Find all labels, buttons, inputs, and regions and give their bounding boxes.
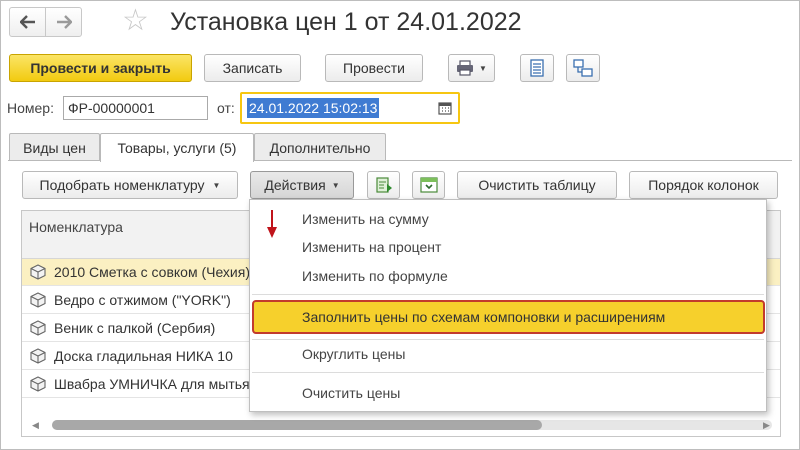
actions-button[interactable]: Действия ▼ (250, 171, 354, 199)
post-and-close-button[interactable]: Провести и закрыть (9, 54, 192, 82)
menu-separator (252, 339, 764, 340)
row-name: Ведро с отжимом ("YORK") (54, 292, 231, 308)
structure-button[interactable] (566, 54, 600, 82)
number-field[interactable]: ФР-00000001 (63, 96, 208, 120)
box-icon (30, 292, 46, 308)
star-icon[interactable]: ☆ (122, 6, 149, 36)
forward-button[interactable] (45, 7, 82, 37)
report-button[interactable] (520, 54, 554, 82)
row-name: 2010 Сметка с совком (Чехия) (54, 264, 250, 280)
box-icon (30, 376, 46, 392)
fill-from-excel-button[interactable] (367, 171, 400, 199)
arrow-left-icon (19, 15, 35, 29)
number-label: Номер: (7, 100, 54, 116)
actions-label: Действия (264, 177, 326, 193)
row-name: Веник с палкой (Сербия) (54, 320, 216, 336)
menu-item-fill-by-schemas[interactable]: Заполнить цены по схемам компоновки и ра… (252, 300, 765, 334)
printer-icon (457, 60, 474, 76)
box-icon (30, 348, 46, 364)
back-button[interactable] (9, 7, 46, 37)
table-fill-icon (419, 177, 438, 193)
page-title: Установка цен 1 от 24.01.2022 (170, 8, 522, 36)
menu-separator (252, 372, 764, 373)
chevron-down-icon: ▼ (331, 180, 340, 190)
scroll-right-icon[interactable]: ▶ (763, 420, 770, 430)
date-field[interactable]: 24.01.2022 15:02:13 (240, 92, 460, 124)
menu-separator (252, 294, 764, 295)
fill-prices-button[interactable] (412, 171, 445, 199)
scrollbar-thumb[interactable] (52, 420, 542, 430)
structure-icon (573, 59, 593, 77)
clear-table-button[interactable]: Очистить таблицу (457, 171, 617, 199)
arrow-right-icon (56, 15, 72, 29)
box-icon (30, 320, 46, 336)
red-arrow-icon (267, 210, 277, 238)
tab-price-types[interactable]: Виды цен (9, 133, 100, 161)
scroll-left-icon[interactable]: ◀ (32, 420, 39, 430)
chevron-down-icon: ▼ (479, 63, 487, 73)
post-button[interactable]: Провести (325, 54, 423, 82)
column-order-button[interactable]: Порядок колонок (629, 171, 778, 199)
date-value: 24.01.2022 15:02:13 (247, 98, 380, 118)
menu-item-round-prices[interactable]: Округлить цены (302, 345, 405, 363)
column-header-nomenclature[interactable]: Номенклатура (29, 219, 123, 235)
row-name: Доска гладильная НИКА 10 (54, 348, 233, 364)
print-button[interactable]: ▼ (448, 54, 495, 82)
menu-item-clear-prices[interactable]: Очистить цены (302, 384, 400, 402)
menu-item-change-by-sum[interactable]: Изменить на сумму (302, 210, 429, 228)
box-icon (30, 264, 46, 280)
pick-items-button[interactable]: Подобрать номенклатуру ▼ (22, 171, 238, 199)
menu-item-change-by-formula[interactable]: Изменить по формуле (302, 267, 448, 285)
save-button[interactable]: Записать (204, 54, 301, 82)
chevron-down-icon: ▼ (212, 180, 221, 190)
calendar-icon[interactable] (438, 101, 452, 115)
spreadsheet-arrow-icon (375, 177, 392, 193)
actions-menu: Изменить на сумму Изменить на процент Из… (249, 199, 767, 412)
date-label: от: (217, 100, 235, 116)
pick-items-label: Подобрать номенклатуру (39, 177, 205, 193)
menu-item-change-by-percent[interactable]: Изменить на процент (302, 238, 441, 256)
tab-additional[interactable]: Дополнительно (254, 133, 386, 161)
horizontal-scrollbar[interactable] (52, 420, 772, 430)
tab-goods-services[interactable]: Товары, услуги (5) (100, 133, 254, 162)
report-icon (530, 59, 544, 77)
